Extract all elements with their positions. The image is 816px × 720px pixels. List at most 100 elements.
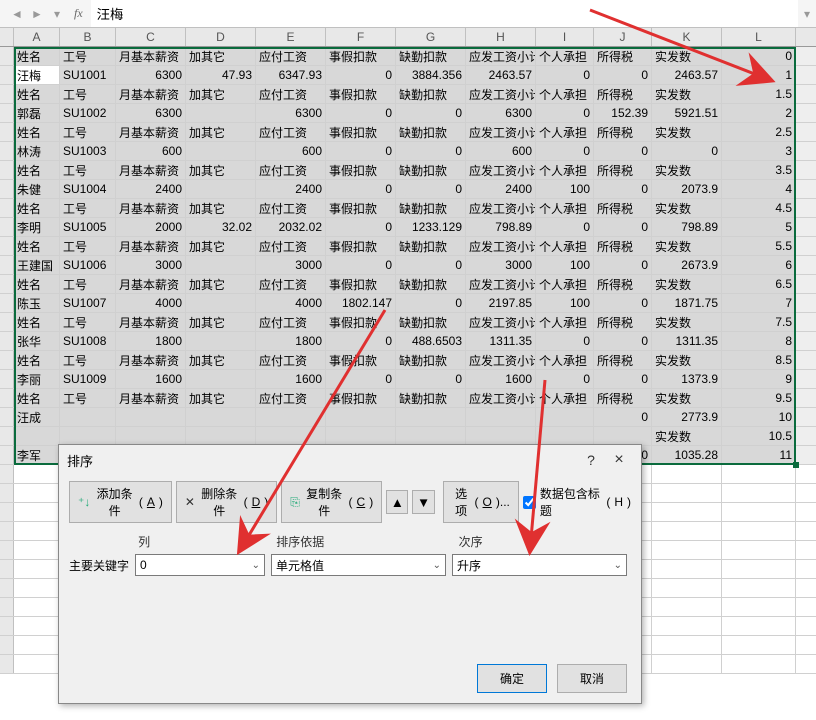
cell[interactable]: 1600 xyxy=(256,370,326,388)
nav-back-icon[interactable]: ◄ xyxy=(8,5,26,23)
cell[interactable]: 600 xyxy=(116,142,186,160)
cell[interactable]: 个人承担 xyxy=(536,85,594,103)
cell[interactable]: 月基本薪资 xyxy=(116,85,186,103)
row-header[interactable] xyxy=(0,484,14,502)
nav-fwd-icon[interactable]: ► xyxy=(28,5,46,23)
column-header[interactable]: D xyxy=(186,28,256,46)
row-header[interactable] xyxy=(0,446,14,464)
cell[interactable] xyxy=(116,427,186,445)
cell[interactable]: 1 xyxy=(722,66,796,84)
cell[interactable]: 事假扣款 xyxy=(326,351,396,369)
cell[interactable]: 0 xyxy=(594,332,652,350)
cell[interactable]: 姓名 xyxy=(14,199,60,217)
cell[interactable]: 0 xyxy=(326,256,396,274)
cell[interactable] xyxy=(186,408,256,426)
cell[interactable] xyxy=(722,655,796,673)
cell[interactable]: 6300 xyxy=(116,66,186,84)
cell[interactable]: 月基本薪资 xyxy=(116,275,186,293)
cell[interactable]: 加其它 xyxy=(186,199,256,217)
cell[interactable]: 0 xyxy=(396,370,466,388)
cell[interactable] xyxy=(14,465,60,483)
cell[interactable]: 个人承担 xyxy=(536,351,594,369)
row-header[interactable] xyxy=(0,142,14,160)
cell[interactable]: 事假扣款 xyxy=(326,237,396,255)
cell[interactable]: 5921.51 xyxy=(652,104,722,122)
cell[interactable]: 姓名 xyxy=(14,47,60,65)
column-header[interactable]: A xyxy=(14,28,60,46)
cell[interactable] xyxy=(652,503,722,521)
cell[interactable] xyxy=(594,427,652,445)
sort-order-select[interactable]: 升序⌄ xyxy=(452,554,627,576)
cell[interactable]: 工号 xyxy=(60,313,116,331)
cell[interactable]: 0 xyxy=(326,370,396,388)
row-header[interactable] xyxy=(0,541,14,559)
move-down-button[interactable]: ▼ xyxy=(412,490,434,514)
cell[interactable]: 实发数 xyxy=(652,275,722,293)
cell[interactable]: 0 xyxy=(594,294,652,312)
cell[interactable] xyxy=(466,408,536,426)
row-header[interactable] xyxy=(0,655,14,673)
cell[interactable]: 姓名 xyxy=(14,389,60,407)
row-header[interactable] xyxy=(0,294,14,312)
column-header[interactable]: B xyxy=(60,28,116,46)
cell[interactable]: 应发工资小计 xyxy=(466,199,536,217)
cell[interactable] xyxy=(652,560,722,578)
cell[interactable]: 0 xyxy=(536,142,594,160)
cell[interactable]: 3 xyxy=(722,142,796,160)
cell[interactable] xyxy=(652,655,722,673)
cell[interactable]: 应付工资 xyxy=(256,275,326,293)
cell[interactable]: 4.5 xyxy=(722,199,796,217)
cell[interactable]: SU1002 xyxy=(60,104,116,122)
cell[interactable]: 缺勤扣款 xyxy=(396,275,466,293)
cell[interactable]: 朱健 xyxy=(14,180,60,198)
cell[interactable] xyxy=(652,484,722,502)
cell[interactable]: 所得税 xyxy=(594,123,652,141)
cell[interactable] xyxy=(14,541,60,559)
cell[interactable]: 所得税 xyxy=(594,161,652,179)
cell[interactable]: 0 xyxy=(652,142,722,160)
cell[interactable]: 0 xyxy=(594,218,652,236)
move-up-button[interactable]: ▲ xyxy=(386,490,408,514)
cell[interactable]: 0 xyxy=(396,142,466,160)
cell[interactable]: 6300 xyxy=(256,104,326,122)
cell[interactable]: 0 xyxy=(594,180,652,198)
cell[interactable]: 陈玉 xyxy=(14,294,60,312)
row-header[interactable] xyxy=(0,408,14,426)
cell[interactable]: 加其它 xyxy=(186,351,256,369)
cell[interactable] xyxy=(396,427,466,445)
cell[interactable]: 王建国 xyxy=(14,256,60,274)
cell[interactable]: 加其它 xyxy=(186,389,256,407)
cell[interactable] xyxy=(722,636,796,654)
copy-condition-button[interactable]: ⎘ 复制条件(C) xyxy=(281,481,382,523)
expand-formula-icon[interactable]: ▾ xyxy=(798,7,816,21)
cell[interactable] xyxy=(722,617,796,635)
cell[interactable]: 姓名 xyxy=(14,275,60,293)
cell[interactable]: 缺勤扣款 xyxy=(396,199,466,217)
cell[interactable]: 实发数 xyxy=(652,47,722,65)
cell[interactable] xyxy=(14,522,60,540)
column-header[interactable]: C xyxy=(116,28,186,46)
cell[interactable]: 缺勤扣款 xyxy=(396,85,466,103)
sort-basis-select[interactable]: 单元格值⌄ xyxy=(271,554,446,576)
cell[interactable]: 1600 xyxy=(466,370,536,388)
cell[interactable]: SU1006 xyxy=(60,256,116,274)
cell[interactable]: 实发数 xyxy=(652,389,722,407)
cell[interactable]: 加其它 xyxy=(186,275,256,293)
cell[interactable]: 8 xyxy=(722,332,796,350)
cell[interactable]: 加其它 xyxy=(186,85,256,103)
cell[interactable]: 4000 xyxy=(116,294,186,312)
cell[interactable]: 1233.129 xyxy=(396,218,466,236)
cell[interactable]: 0 xyxy=(396,180,466,198)
cell[interactable]: 5 xyxy=(722,218,796,236)
cell[interactable]: 0 xyxy=(396,294,466,312)
cell[interactable]: 0 xyxy=(536,332,594,350)
cell[interactable]: 100 xyxy=(536,294,594,312)
cell[interactable] xyxy=(14,579,60,597)
row-header[interactable] xyxy=(0,332,14,350)
cell[interactable] xyxy=(14,427,60,445)
formula-input[interactable] xyxy=(91,0,798,27)
row-header[interactable] xyxy=(0,598,14,616)
cell[interactable]: 姓名 xyxy=(14,237,60,255)
cell[interactable]: 应付工资 xyxy=(256,313,326,331)
cell[interactable]: SU1008 xyxy=(60,332,116,350)
